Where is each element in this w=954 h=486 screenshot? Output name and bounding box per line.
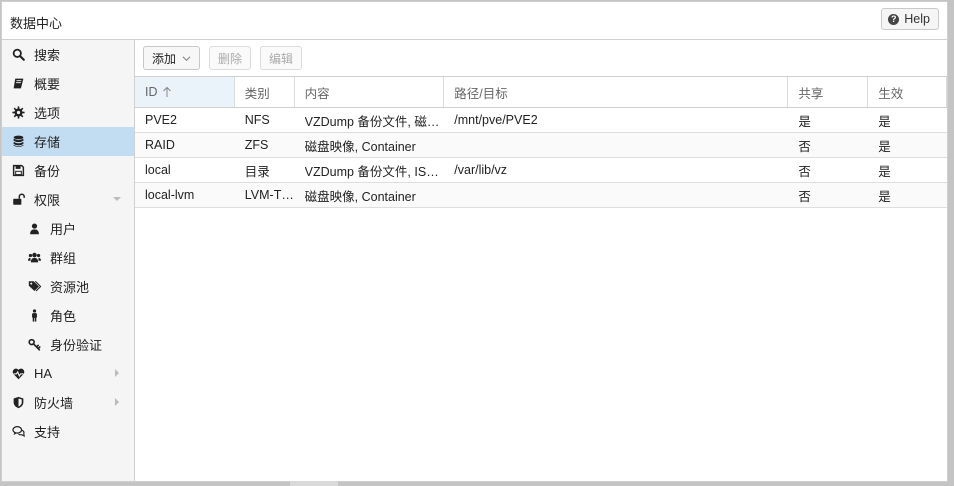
chevron-down-icon	[182, 55, 191, 61]
sidebar-item-options[interactable]: 选项	[2, 98, 134, 127]
key-icon	[27, 338, 41, 352]
sort-ascending-icon	[162, 86, 171, 97]
cell-active: 是	[878, 139, 891, 154]
cell-id: PVE2	[145, 113, 177, 127]
column-header-type[interactable]: 类别	[235, 77, 295, 107]
book-icon	[11, 77, 25, 91]
cell-type: NFS	[244, 113, 270, 127]
sidebar-item-label: 备份	[34, 164, 61, 179]
sidebar-item-search[interactable]: 搜索	[2, 40, 134, 69]
cell-shared: 否	[798, 189, 811, 204]
cell-active: 是	[878, 114, 891, 129]
column-header-shared[interactable]: 共享	[788, 77, 869, 107]
table-row[interactable]: PVE2 NFS VZDump 备份文件, 磁盘映像 /mnt/pve/PVE2…	[135, 108, 947, 133]
chevron-right-icon[interactable]	[112, 397, 122, 407]
grid-header: ID 类别 内容 路径/目标 共享 生效	[135, 77, 947, 108]
help-button-label: Help	[904, 12, 930, 26]
user-icon	[27, 222, 41, 236]
sidebar-item-pools[interactable]: 资源池	[2, 272, 134, 301]
cell-type: ZFS	[244, 138, 269, 152]
sidebar-item-storage[interactable]: 存储	[2, 127, 134, 156]
table-row[interactable]: RAID ZFS 磁盘映像, Container 否 是	[135, 133, 947, 158]
sidebar: 搜索 概要 选项 存储 备份 权限 用户 群组 资源池 角色 身份验证 HA 防…	[2, 40, 135, 481]
sidebar-item-label: 支持	[34, 425, 61, 440]
sidebar-item-ha[interactable]: HA	[2, 359, 134, 388]
sidebar-item-roles[interactable]: 角色	[2, 301, 134, 330]
cell-id: local	[145, 163, 171, 177]
toolbar: 添加 删除 编辑	[135, 40, 947, 77]
sidebar-item-label: 身份验证	[50, 338, 103, 353]
sidebar-item-label: 存储	[34, 135, 61, 150]
sidebar-item-label: 权限	[34, 193, 61, 208]
sidebar-item-label: 选项	[34, 106, 61, 121]
sidebar-item-label: 资源池	[50, 280, 90, 295]
column-header-path[interactable]: 路径/目标	[444, 77, 789, 107]
sidebar-item-groups[interactable]: 群组	[2, 243, 134, 272]
database-icon	[11, 135, 25, 149]
cell-type: 目录	[244, 164, 270, 179]
help-button[interactable]: ? Help	[881, 8, 939, 30]
cell-active: 是	[878, 164, 891, 179]
cell-shared: 否	[798, 139, 811, 154]
chevron-right-icon[interactable]	[112, 368, 122, 378]
search-icon	[11, 48, 25, 62]
column-header-id[interactable]: ID	[135, 77, 235, 107]
table-row[interactable]: local 目录 VZDump 备份文件, ISO镜像 /var/lib/vz …	[135, 158, 947, 183]
male-icon	[27, 309, 41, 323]
storage-grid: ID 类别 内容 路径/目标 共享 生效 PVE2 NFS VZDump 备份文…	[135, 77, 947, 481]
sidebar-item-label: 用户	[50, 222, 77, 237]
remove-button[interactable]: 删除	[209, 46, 252, 70]
add-button[interactable]: 添加	[143, 46, 201, 70]
sidebar-item-users[interactable]: 用户	[2, 214, 134, 243]
cell-path	[444, 183, 788, 207]
sidebar-item-permissions[interactable]: 权限	[2, 185, 134, 214]
cell-content: 磁盘映像, Container	[304, 139, 416, 154]
sidebar-item-backup[interactable]: 备份	[2, 156, 134, 185]
question-circle-icon: ?	[888, 13, 900, 25]
shield-icon	[11, 396, 25, 410]
cell-path: /mnt/pve/PVE2	[454, 113, 538, 127]
heartbeat-icon	[11, 367, 25, 381]
sidebar-item-label: 搜索	[34, 48, 61, 63]
sidebar-item-label: 概要	[34, 77, 61, 92]
sidebar-item-label: 防火墙	[34, 396, 74, 411]
cell-id: local-lvm	[145, 188, 195, 202]
cell-content: VZDump 备份文件, 磁盘映像	[304, 114, 445, 129]
column-header-content[interactable]: 内容	[295, 77, 445, 107]
cell-id: RAID	[145, 138, 175, 152]
sidebar-item-label: 角色	[50, 309, 77, 324]
cell-shared: 否	[798, 164, 811, 179]
remove-button-label: 删除	[218, 51, 243, 66]
users-icon	[27, 251, 41, 265]
floppy-icon	[11, 164, 25, 178]
resize-handle[interactable]	[290, 481, 338, 486]
table-row[interactable]: local-lvm LVM-Thin 磁盘映像, Container 否 是	[135, 183, 947, 208]
comments-icon	[11, 425, 25, 439]
edit-button[interactable]: 编辑	[260, 46, 303, 70]
chevron-down-icon[interactable]	[112, 194, 122, 204]
title-bar: 数据中心 ? Help	[2, 2, 947, 40]
page-title: 数据中心	[10, 16, 63, 31]
sidebar-item-label: 群组	[50, 251, 77, 266]
add-button-label: 添加	[152, 51, 177, 66]
sidebar-item-summary[interactable]: 概要	[2, 69, 134, 98]
sidebar-item-label: HA	[34, 366, 53, 381]
gear-icon	[11, 106, 25, 120]
sidebar-item-firewall[interactable]: 防火墙	[2, 388, 134, 417]
app-window: 数据中心 ? Help 搜索 概要 选项 存储 备份 权限 用户 群组 资源池 …	[1, 1, 948, 482]
cell-path	[444, 133, 788, 157]
cell-path: /var/lib/vz	[454, 163, 508, 177]
tags-icon	[27, 280, 41, 294]
sidebar-item-support[interactable]: 支持	[2, 417, 134, 446]
cell-shared: 是	[798, 114, 811, 129]
column-header-active[interactable]: 生效	[868, 77, 947, 107]
edit-button-label: 编辑	[269, 51, 294, 66]
cell-type: LVM-Thin	[244, 188, 295, 202]
cell-content: 磁盘映像, Container	[304, 189, 416, 204]
cell-content: VZDump 备份文件, ISO镜像	[304, 164, 445, 179]
cell-active: 是	[878, 189, 891, 204]
sidebar-item-auth[interactable]: 身份验证	[2, 330, 134, 359]
unlock-icon	[11, 193, 25, 207]
